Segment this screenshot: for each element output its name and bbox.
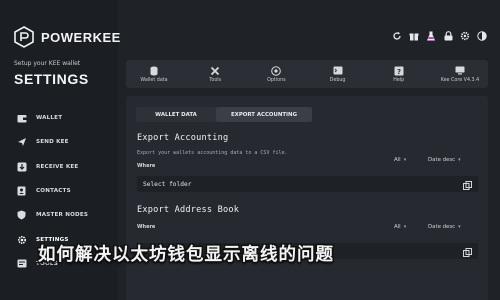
copy-icon[interactable] xyxy=(463,242,472,261)
sidebar-item-label: WALLET xyxy=(36,115,63,122)
sidebar-item-contacts[interactable]: CONTACTS xyxy=(16,179,116,203)
sidebar-item-receive-kee[interactable]: RECEIVE KEE xyxy=(16,155,116,179)
sidebar-item-label: RECEIVE KEE xyxy=(36,163,79,170)
monitor-icon xyxy=(455,66,465,76)
sort-value: Date desc xyxy=(428,157,456,163)
flask-icon[interactable] xyxy=(425,30,437,42)
export-address-book-sort-select[interactable]: Date desc ▾ xyxy=(428,224,461,230)
export-accounting-sort-select[interactable]: Date desc ▾ xyxy=(428,157,461,163)
toolbar-label: Wallet data xyxy=(140,77,168,83)
shield-icon xyxy=(16,210,27,221)
export-address-book-filter-select[interactable]: All ▾ xyxy=(394,224,406,230)
export-accounting-filter-select[interactable]: All ▾ xyxy=(394,157,406,163)
export-accounting-description: Export your wallets accounting data to a… xyxy=(137,150,288,156)
toolbar-label: Help xyxy=(393,77,405,83)
sort-value: Date desc xyxy=(428,224,456,230)
tools-icon xyxy=(210,66,220,76)
tab-bar: WALLET DATA EXPORT ACCOUNTING xyxy=(136,107,312,122)
filter-value: All xyxy=(394,224,401,230)
settings-toolbar: Wallet data Tools Options Debug ? Help K… xyxy=(126,60,488,88)
sidebar-item-label: CONTACTS xyxy=(36,188,71,195)
overlay-caption: 如何解决以太坊钱包显示离线的问题 xyxy=(38,245,334,265)
export-address-book-title: Export Address Book xyxy=(137,205,240,215)
chevron-down-icon: ▾ xyxy=(403,224,407,230)
lock-icon[interactable] xyxy=(442,30,454,42)
brand-name: POWERKEE xyxy=(41,29,121,45)
powerkee-logo-icon xyxy=(14,26,34,48)
chevron-down-icon: ▾ xyxy=(403,157,407,163)
gift-icon[interactable] xyxy=(408,30,420,42)
toolbar-help[interactable]: ? Help xyxy=(379,60,419,88)
export-accounting-title: Export Accounting xyxy=(137,133,229,143)
svg-text:?: ? xyxy=(397,67,401,75)
toolbar-wallet-data[interactable]: Wallet data xyxy=(134,60,174,88)
folder-placeholder: Select folder xyxy=(143,180,192,188)
sidebar-item-send-kee[interactable]: SEND KEE xyxy=(16,130,116,154)
toolbar-label: Options xyxy=(267,77,286,83)
filter-value: All xyxy=(394,157,401,163)
sidebar-item-master-nodes[interactable]: MASTER NODES xyxy=(16,203,116,227)
toolbar-tools[interactable]: Tools xyxy=(195,60,235,88)
toolbar-options[interactable]: Options xyxy=(256,60,296,88)
chevron-down-icon: ▾ xyxy=(458,224,461,230)
brightness-icon[interactable] xyxy=(476,30,488,42)
database-icon xyxy=(149,66,159,76)
tools-icon xyxy=(16,258,27,269)
toolbar-label: Tools xyxy=(209,77,222,83)
export-accounting-where-label: Where xyxy=(137,163,156,169)
settings-icon[interactable] xyxy=(459,30,471,42)
toolbar-kee-core[interactable]: Kee Core V4.3.4 xyxy=(440,60,480,88)
copy-icon[interactable] xyxy=(463,175,472,194)
toolbar-debug[interactable]: Debug xyxy=(318,60,358,88)
tab-wallet-data[interactable]: WALLET DATA xyxy=(136,107,216,122)
app-subtitle: Setup your KEE wallet xyxy=(14,60,81,67)
options-icon xyxy=(271,65,282,76)
sidebar-item-label: MASTER NODES xyxy=(36,212,89,219)
top-icon-bar xyxy=(391,30,488,42)
send-icon xyxy=(16,137,27,148)
contacts-icon xyxy=(16,186,27,197)
sidebar-item-label: SEND KEE xyxy=(36,139,69,146)
gear-icon xyxy=(16,234,27,245)
toolbar-label: Kee Core V4.3.4 xyxy=(440,77,480,83)
tab-export-accounting[interactable]: EXPORT ACCOUNTING xyxy=(216,107,312,122)
page-title: SETTINGS xyxy=(14,71,89,87)
logo: POWERKEE xyxy=(13,26,121,48)
debug-icon xyxy=(333,66,343,76)
export-address-book-where-label: Where xyxy=(137,224,156,230)
help-icon: ? xyxy=(394,66,404,76)
wallet-icon xyxy=(16,113,27,124)
export-accounting-folder-input[interactable]: Select folder xyxy=(137,176,478,192)
sidebar-item-wallet[interactable]: WALLET xyxy=(16,106,116,130)
chevron-down-icon: ▾ xyxy=(458,157,461,163)
receive-icon xyxy=(16,161,27,172)
settings-panel: WALLET DATA EXPORT ACCOUNTING Export Acc… xyxy=(126,96,488,300)
toolbar-label: Debug xyxy=(329,77,346,83)
refresh-icon[interactable] xyxy=(391,30,403,42)
